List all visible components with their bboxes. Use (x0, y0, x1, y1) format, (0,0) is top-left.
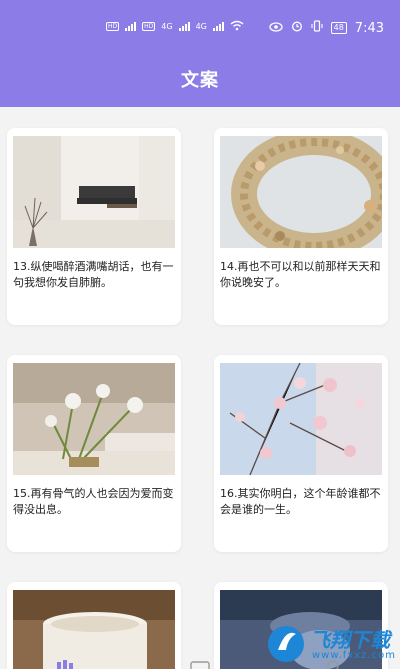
vibrate-icon (311, 20, 323, 36)
quote-card[interactable]: 15.再有骨气的人也会因为爱而变得没出息。 (7, 355, 181, 552)
card-image (220, 363, 382, 475)
wifi-icon (230, 20, 244, 33)
quote-card[interactable]: 13.纵使喝醉酒满嘴胡话，也有一句我想你发自肺腑。 (7, 128, 181, 325)
clock: 7:43 (354, 20, 384, 36)
watermark-brand: 飞翔下载 (310, 628, 390, 652)
site-watermark: 飞翔下载 www.fxxz.com (266, 620, 400, 669)
eye-icon (268, 21, 283, 36)
network-label-1: 4G (161, 22, 173, 31)
card-caption: 13.纵使喝醉酒满嘴胡话，也有一句我想你发自肺腑。 (13, 260, 174, 289)
watermark-url: www.fxxz.com (312, 650, 396, 661)
status-right: 48 7:43 (268, 20, 384, 36)
card-image (13, 363, 175, 475)
card-caption: 16.其实你明白，这个年龄谁都不会是谁的一生。 (220, 487, 381, 516)
status-left: HD HD 4G 4G (106, 20, 244, 33)
quote-card[interactable]: 14.再也不可以和以前那样天天和你说晚安了。 (214, 128, 388, 325)
signal-icon-2 (178, 22, 190, 31)
signal-icon-1 (125, 22, 137, 31)
alarm-icon (291, 20, 303, 36)
quote-card[interactable]: 16.其实你明白，这个年龄谁都不会是谁的一生。 (214, 355, 388, 552)
app-header: HD HD 4G 4G 48 7:43 文案 (0, 0, 400, 107)
signal-icon-3 (212, 22, 224, 31)
card-caption: 14.再也不可以和以前那样天天和你说晚安了。 (220, 260, 381, 289)
page-title: 文案 (181, 70, 219, 91)
nav-home-icon[interactable] (56, 657, 74, 669)
nav-message-icon[interactable] (190, 657, 210, 669)
battery-icon: 48 (330, 22, 347, 34)
card-image (13, 136, 175, 248)
card-caption: 15.再有骨气的人也会因为爱而变得没出息。 (13, 487, 174, 516)
hd-badge-1: HD (106, 22, 120, 31)
network-label-2: 4G (195, 22, 207, 31)
status-bar: HD HD 4G 4G 48 7:43 (0, 18, 400, 42)
card-image (220, 136, 382, 248)
hd-badge-2: HD (142, 22, 156, 31)
